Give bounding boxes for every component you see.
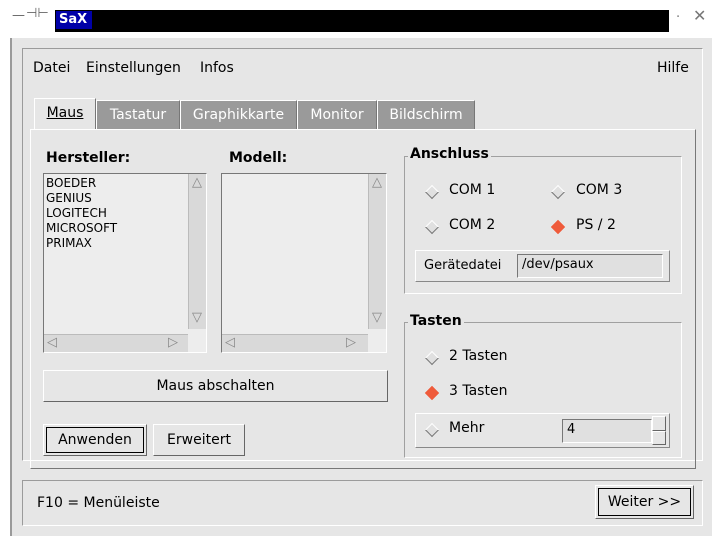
spin-up-button[interactable] xyxy=(652,416,666,431)
menu-einstellungen[interactable]: Einstellungen xyxy=(86,60,181,76)
menu-hilfe[interactable]: Hilfe xyxy=(657,60,689,76)
option-label: PS / 2 xyxy=(576,217,616,233)
scroll-down-icon[interactable]: ▽ xyxy=(372,310,382,325)
list-item[interactable]: BOEDER xyxy=(46,176,117,191)
tab-label: Bildschirm xyxy=(389,107,463,123)
list-item[interactable]: MICROSOFT xyxy=(46,221,117,236)
vendor-items: BOEDER GENIUS LOGITECH MICROSOFT PRIMAX xyxy=(46,176,117,251)
advanced-button[interactable]: Erweitert xyxy=(153,424,245,456)
apply-button[interactable]: Anwenden xyxy=(43,424,147,456)
vendor-label: Hersteller: xyxy=(46,150,131,166)
tab-label: Tastatur xyxy=(109,107,167,123)
close-icon[interactable]: ✕ xyxy=(693,6,706,25)
pin-icon[interactable]: ⊣⊢ xyxy=(26,6,49,21)
window-title: SaX xyxy=(56,11,92,29)
scroll-right-icon[interactable]: ▷ xyxy=(168,335,178,350)
connection-title: Anschluss xyxy=(408,146,491,162)
tab-maus[interactable]: Maus xyxy=(34,98,96,130)
next-button[interactable]: Weiter >> xyxy=(595,485,694,519)
buttons-title: Tasten xyxy=(408,313,464,329)
disable-mouse-button[interactable]: Maus abschalten xyxy=(43,370,388,402)
button-label: Anwenden xyxy=(58,432,132,448)
option-label: COM 1 xyxy=(449,182,496,198)
menu-datei[interactable]: Datei xyxy=(33,60,70,76)
device-label: Gerätedatei xyxy=(424,258,502,273)
title-bar-strip: SaX xyxy=(55,10,669,32)
vendor-horizontal-scrollbar[interactable]: ◁ ▷ xyxy=(44,334,188,352)
window-menu-icon[interactable]: — xyxy=(12,8,25,23)
list-item[interactable]: GENIUS xyxy=(46,191,117,206)
next-button-focus: Weiter >> xyxy=(598,488,691,516)
model-label: Modell: xyxy=(229,150,288,166)
device-field[interactable]: /dev/psaux xyxy=(517,254,663,278)
tab-graphikkarte[interactable]: Graphikkarte xyxy=(180,100,297,130)
list-item[interactable]: PRIMAX xyxy=(46,236,117,251)
tab-label: Maus xyxy=(46,105,84,121)
model-list[interactable]: △ ▽ ◁ ▷ xyxy=(221,173,387,353)
option-label: Mehr xyxy=(449,420,485,436)
scroll-right-icon[interactable]: ▷ xyxy=(346,335,356,350)
option-label: 2 Tasten xyxy=(449,348,508,364)
minimize-icon[interactable]: · xyxy=(676,10,680,25)
apply-button-focus: Anwenden xyxy=(46,427,144,453)
scroll-down-icon[interactable]: ▽ xyxy=(192,310,202,325)
tab-tastatur[interactable]: Tastatur xyxy=(96,100,180,130)
button-label: Weiter >> xyxy=(607,494,682,510)
tab-monitor[interactable]: Monitor xyxy=(297,100,377,130)
scroll-up-icon[interactable]: △ xyxy=(192,175,202,190)
vendor-vertical-scrollbar[interactable]: △ ▽ xyxy=(188,174,206,329)
scroll-left-icon[interactable]: ◁ xyxy=(47,335,57,350)
option-label: 3 Tasten xyxy=(449,383,508,399)
scroll-up-icon[interactable]: △ xyxy=(372,175,382,190)
menu-infos[interactable]: Infos xyxy=(200,60,234,76)
more-buttons-input[interactable]: 4 xyxy=(562,419,652,443)
model-vertical-scrollbar[interactable]: △ ▽ xyxy=(368,174,386,329)
option-label: COM 3 xyxy=(576,182,623,198)
tab-bildschirm[interactable]: Bildschirm xyxy=(377,100,475,130)
button-label: Erweitert xyxy=(167,432,231,448)
status-hint: F10 = Menüleiste xyxy=(37,495,160,511)
tab-label: Monitor xyxy=(310,107,364,123)
model-horizontal-scrollbar[interactable]: ◁ ▷ xyxy=(222,334,368,352)
option-label: COM 2 xyxy=(449,217,496,233)
spin-down-button[interactable] xyxy=(652,431,666,445)
list-item[interactable]: LOGITECH xyxy=(46,206,117,221)
tab-label: Graphikkarte xyxy=(192,107,285,123)
window-titlebar: — ⊣⊢ SaX · ✕ xyxy=(0,0,712,32)
button-label: Maus abschalten xyxy=(156,378,275,394)
scroll-left-icon[interactable]: ◁ xyxy=(225,335,235,350)
